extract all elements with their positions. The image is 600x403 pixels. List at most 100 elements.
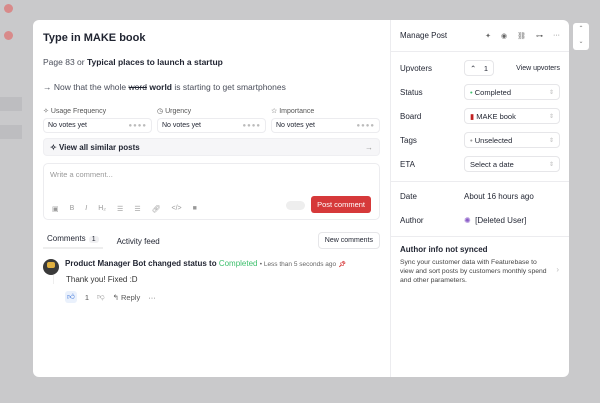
status-select[interactable]: • Completed ⇕ (464, 84, 560, 100)
criterion-importance: ☆ Importance No votes yet ●●●● (271, 107, 380, 133)
status: Completed (218, 259, 258, 268)
bg-bar (0, 97, 22, 111)
meta-section: Date About 16 hours ago Author ✺ [Deleted … (391, 181, 569, 232)
board-select[interactable]: ▮ MAKE book ⇕ (464, 108, 560, 124)
more-icon[interactable]: ··· (148, 293, 156, 302)
text: Unselected (474, 135, 513, 145)
bold-text: world (149, 82, 172, 92)
struck-text: word (128, 82, 147, 92)
eta-select[interactable]: Select a date ⇕ (464, 156, 560, 172)
vote-box[interactable]: No votes yet ●●●● (271, 118, 380, 133)
label: ✧ View all similar posts (50, 143, 140, 152)
pin-icon[interactable]: ✦ (485, 32, 491, 40)
eye-icon[interactable]: ◉ (501, 32, 507, 40)
tags-row: Tags • Unselected ⇕ (391, 128, 569, 152)
post-navigation: ⌃ ⌄ (573, 23, 589, 50)
heading-icon[interactable]: H₂ (98, 205, 106, 213)
sync-prompt[interactable]: Author info not synced Sync your custome… (391, 236, 569, 293)
post-line-2: → Now that the whole word world is start… (43, 82, 380, 92)
status-row: Status • Completed ⇕ (391, 80, 569, 104)
view-similar-posts-button[interactable]: ✧ View all similar posts → (43, 138, 380, 156)
time: Less than 5 seconds ago (263, 261, 337, 268)
avatar (43, 259, 59, 275)
sync-text: Sync your customer data with Featurebase… (400, 259, 547, 284)
sync-title: Author info not synced (400, 245, 488, 254)
label: Reply (121, 292, 141, 302)
tags-select[interactable]: • Unselected ⇕ (464, 132, 560, 148)
link-icon[interactable]: 🔗︎ (152, 205, 161, 213)
arrow-right-icon: → (365, 142, 373, 152)
chevron-updown-icon: ⇕ (548, 113, 554, 120)
tag-dot: • (470, 135, 473, 145)
panel-actions: ✦ ◉ ⛓ ⊶ ··· (485, 32, 560, 40)
upvote-icon[interactable]: 👍︎ (65, 291, 77, 303)
eta-row: ETA Select a date ⇕ (391, 152, 569, 176)
label: Author (400, 215, 424, 225)
criterion-usage-frequency: ✧ Usage Frequency No votes yet ●●●● (43, 107, 152, 133)
text: Completed (474, 87, 512, 97)
italic-icon[interactable]: I (85, 205, 87, 213)
text: is starting to get smartphones (172, 82, 286, 92)
comment-actions: 👍︎ 1 👎︎ ↰ Reply ··· (65, 291, 380, 303)
downvote-icon[interactable]: 👎︎ (97, 292, 105, 302)
vote-value: No votes yet (276, 122, 315, 129)
bg-dot (4, 31, 13, 40)
label: Importance (279, 108, 315, 115)
label: Board (400, 111, 422, 121)
visibility-toggle[interactable] (286, 201, 305, 210)
comment-input[interactable]: Write a comment... (50, 170, 113, 179)
comment-item: Product Manager Bot changed status to Co… (43, 259, 380, 303)
next-post-button[interactable]: ⌄ (573, 36, 589, 49)
rating-dots[interactable]: ●●●● (129, 123, 148, 129)
code-icon[interactable]: </> (171, 205, 181, 213)
rating-dots[interactable]: ●●●● (357, 123, 376, 129)
sort-comments-button[interactable]: New comments (317, 232, 380, 249)
chevron-up-icon: ⌃ (470, 63, 477, 73)
vote-value: No votes yet (162, 122, 201, 129)
previous-post-button[interactable]: ⌃ (573, 23, 589, 36)
vote-box[interactable]: No votes yet ●●●● (157, 118, 266, 133)
post-content: Type in MAKE book Page 83 or Typical pla… (33, 20, 390, 377)
comment-tabs: Comments 1 Activity feed New comments (43, 232, 380, 250)
numbered-list-icon[interactable]: ☰ (134, 205, 140, 213)
date-row: Date About 16 hours ago (391, 184, 569, 208)
pin-icon[interactable]: 📌︎ (338, 262, 346, 268)
criterion-label: ☆ Importance (271, 107, 380, 115)
label: Date (400, 191, 417, 201)
upvote-button[interactable]: ⌃ 1 (464, 60, 494, 76)
video-icon[interactable]: ■ (193, 205, 197, 213)
author[interactable]: Product Manager Bot (65, 259, 146, 268)
post-modal: Type in MAKE book Page 83 or Typical pla… (33, 20, 569, 377)
status-dot: • (470, 87, 473, 97)
vote-value: No votes yet (48, 122, 87, 129)
tab-comments[interactable]: Comments 1 (43, 234, 103, 249)
chevron-updown-icon: ⇕ (548, 137, 554, 144)
merge-icon[interactable]: ⊶ (536, 32, 543, 40)
vote-box[interactable]: No votes yet ●●●● (43, 118, 152, 133)
rating-dots[interactable]: ●●●● (243, 123, 262, 129)
more-icon[interactable]: ··· (553, 32, 560, 40)
label: ETA (400, 159, 415, 169)
author-row: Author ✺ [Deleted User] (391, 208, 569, 232)
reply-button[interactable]: ↰ Reply (113, 293, 141, 302)
image-icon[interactable]: ▣ (52, 205, 59, 213)
view-upvoters-link[interactable]: View upvoters (516, 65, 560, 72)
post-comment-button[interactable]: Post comment (311, 196, 371, 213)
manage-post-panel: Manage Post ✦ ◉ ⛓ ⊶ ··· Upvoters ⌃ 1 View upv… (390, 20, 569, 377)
panel-header: Manage Post ✦ ◉ ⛓ ⊶ ··· (391, 20, 569, 52)
sparkle-icon: ✧ (50, 142, 57, 152)
link-icon[interactable]: ⛓ (517, 32, 526, 40)
chevron-updown-icon: ⇕ (548, 161, 554, 168)
author-name[interactable]: [Deleted User] (475, 216, 526, 225)
bullet-list-icon[interactable]: ☰ (117, 205, 123, 213)
label: Status (400, 87, 423, 97)
bold-text: Typical places to launch a startup (86, 57, 223, 67)
bold-icon[interactable]: B (70, 205, 75, 213)
comment-editor[interactable]: Write a comment... ▣ B I H₂ ☰ ☰ 🔗︎ </> ■ Post co… (43, 163, 380, 220)
label: Comments (47, 233, 86, 243)
post-title: Type in MAKE book (43, 32, 146, 44)
editor-toolbar: ▣ B I H₂ ☰ ☰ 🔗︎ </> ■ (52, 205, 197, 213)
clock-icon: ◷ (157, 108, 164, 115)
tab-activity-feed[interactable]: Activity feed (113, 237, 164, 246)
label: Upvoters (400, 63, 433, 73)
